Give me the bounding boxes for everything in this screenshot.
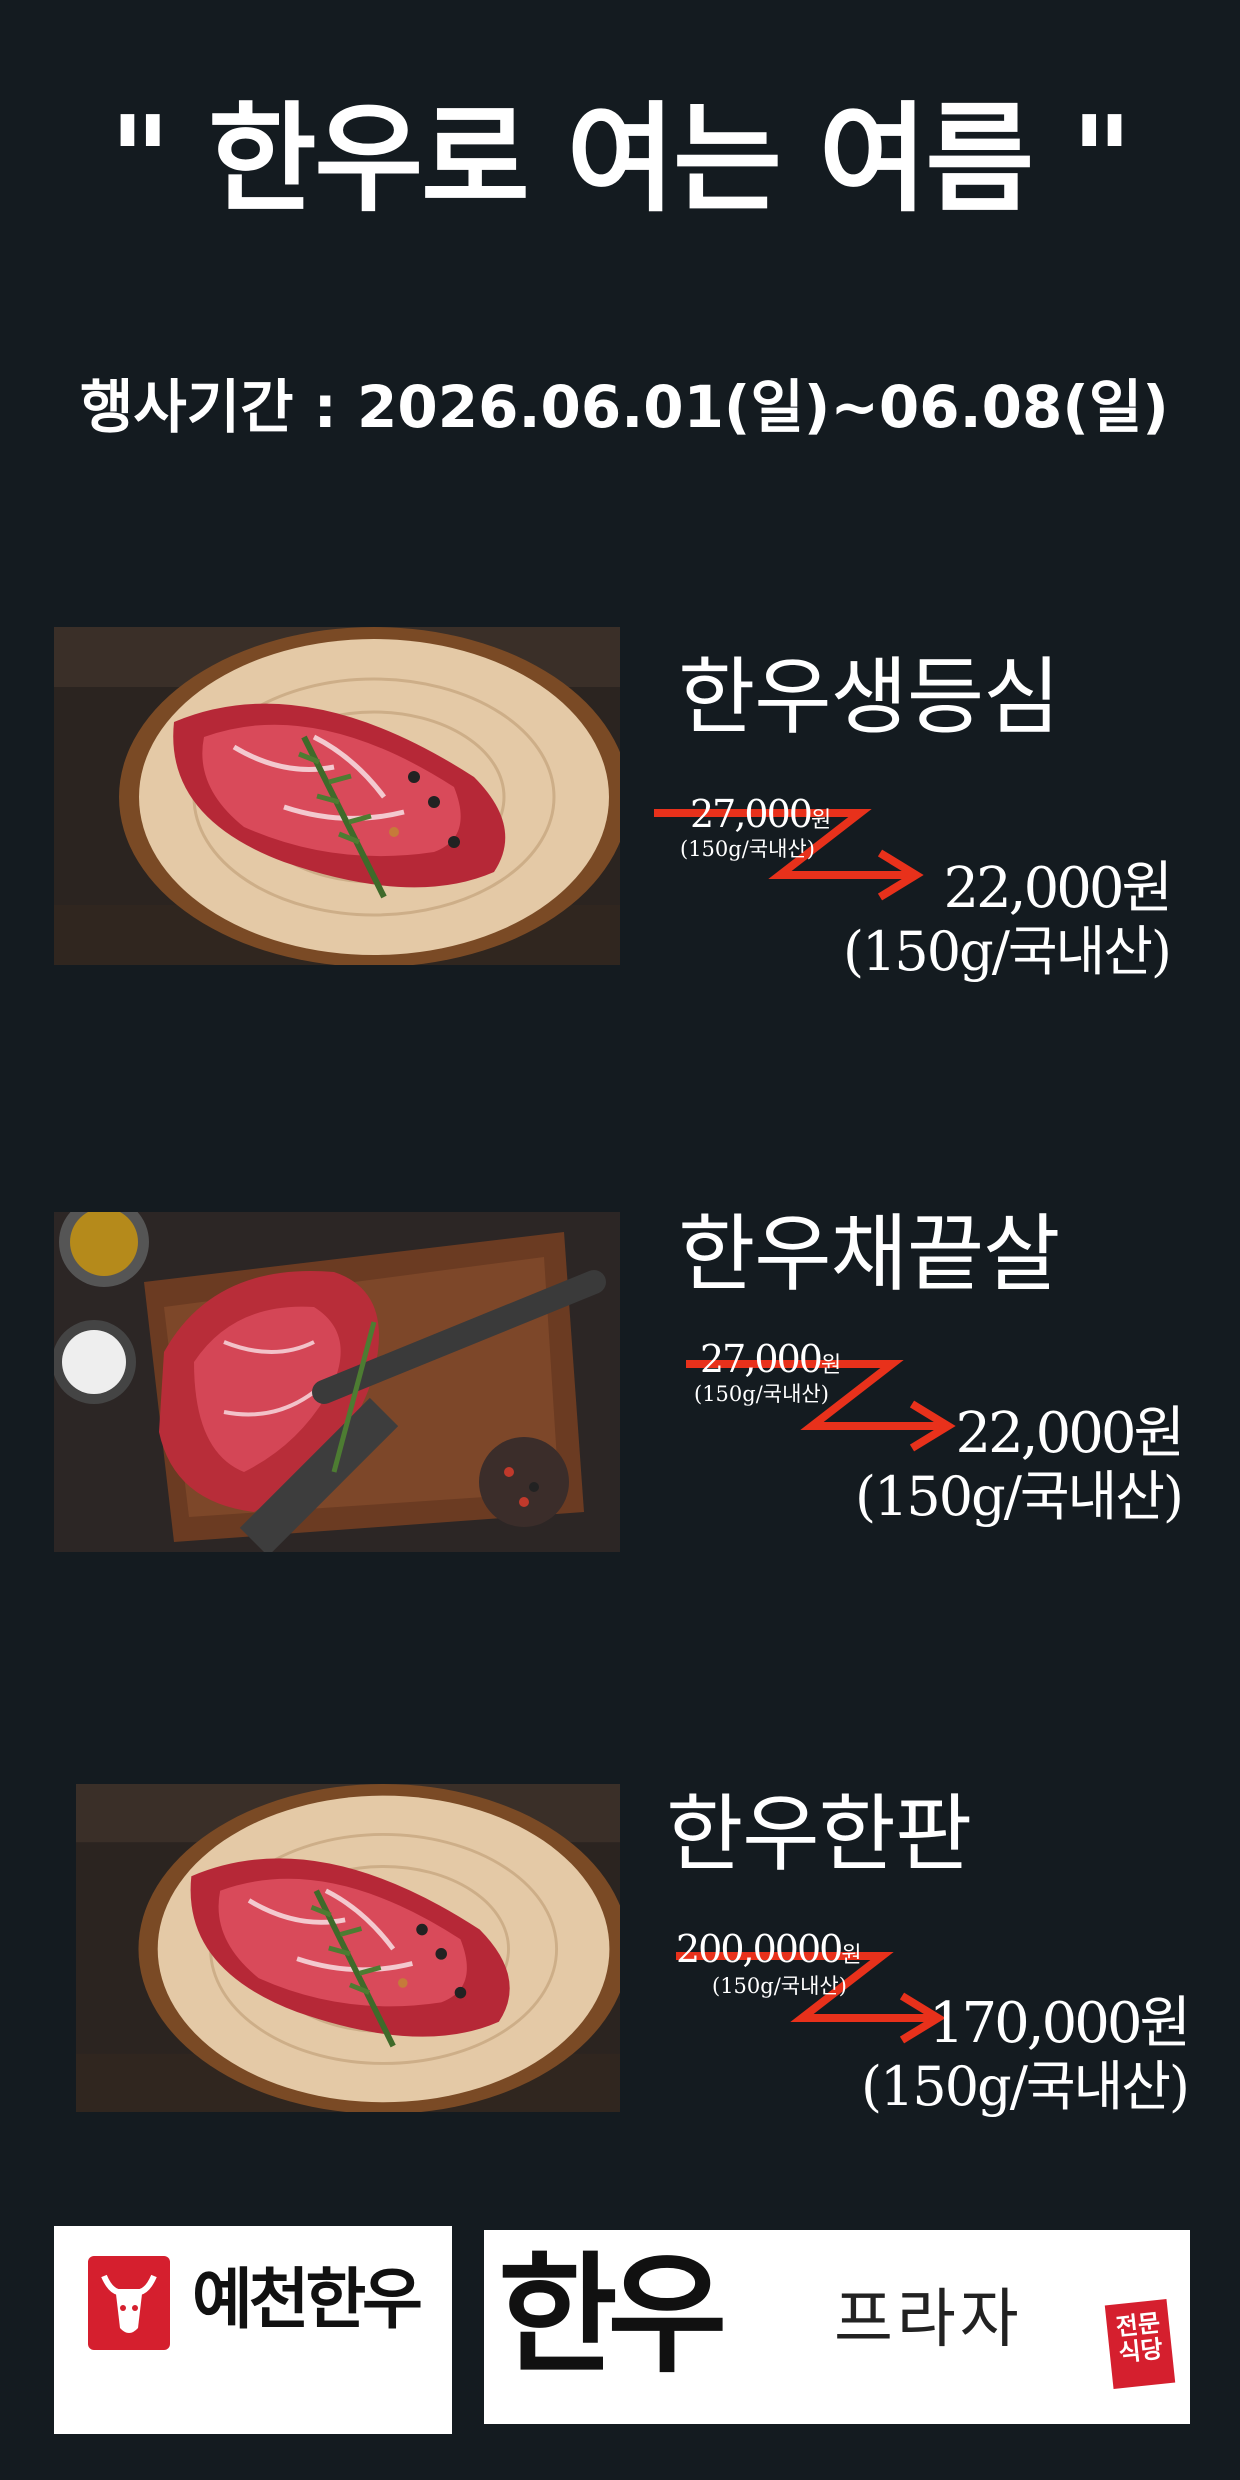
sale-price-unit: (150g/국내산): [854, 1465, 1184, 1528]
yecheon-hanwoo-logo: 예천한우: [54, 2226, 452, 2434]
page-title: " 한우로 여는 여름 ": [109, 90, 1132, 228]
product-name: 한우채끝살: [678, 1205, 1060, 1303]
logo-brush-text: 한우: [498, 2238, 727, 2391]
sale-price: 22,000원: [943, 856, 1173, 921]
old-price: 27,000원: [690, 792, 831, 836]
product-name: 한우생등심: [678, 648, 1060, 746]
old-price: 27,000원: [700, 1337, 841, 1381]
old-price-value: 27,000: [690, 792, 813, 836]
product-card-2: 한우채끝살 27,000원 (150g/국내산) 22,000원 (150g/국…: [0, 1210, 1240, 1570]
old-price-currency: 원: [841, 1943, 861, 1968]
logo-left-text: 예천한우: [192, 2260, 423, 2338]
old-price-currency: 원: [820, 1353, 841, 1378]
product-card-1: 한우생등심 27,000원 (150g/국내산) 22,000원 (150g/국…: [0, 625, 1240, 985]
cow-head-icon: [88, 2256, 170, 2350]
old-price-value: 27,000: [700, 1337, 823, 1381]
old-price-unit: (150g/국내산): [712, 1974, 847, 1998]
old-price-value: 200,0000: [676, 1927, 843, 1971]
event-period: 행사기간 : 2026.06.01(일)~06.08(일): [80, 373, 1169, 441]
sale-price: 170,000원: [928, 1991, 1191, 2056]
old-price-currency: 원: [810, 808, 831, 833]
specialty-restaurant-stamp: 전문식당: [1104, 2298, 1176, 2390]
sale-price-unit: (150g/국내산): [842, 920, 1172, 983]
steak-on-wood-board-photo: [54, 627, 620, 965]
old-price: 200,0000원: [676, 1927, 862, 1971]
sale-price-unit: (150g/국내산): [860, 2055, 1190, 2118]
product-card-3: 한우한판 200,0000원 (150g/국내산) 170,000원 (150g…: [0, 1780, 1240, 2140]
steak-on-wood-board-photo: [76, 1784, 620, 2112]
sale-price: 22,000원: [955, 1401, 1185, 1466]
old-price-unit: (150g/국내산): [694, 1382, 829, 1406]
product-name: 한우한판: [666, 1785, 972, 1883]
hanwoo-plaza-logo: 한우 프라자 전문식당: [484, 2230, 1190, 2424]
old-price-unit: (150g/국내산): [680, 837, 815, 861]
steak-on-cutting-board-with-knife-photo: [54, 1212, 620, 1552]
logo-right-text: 프라자: [834, 2283, 1023, 2357]
